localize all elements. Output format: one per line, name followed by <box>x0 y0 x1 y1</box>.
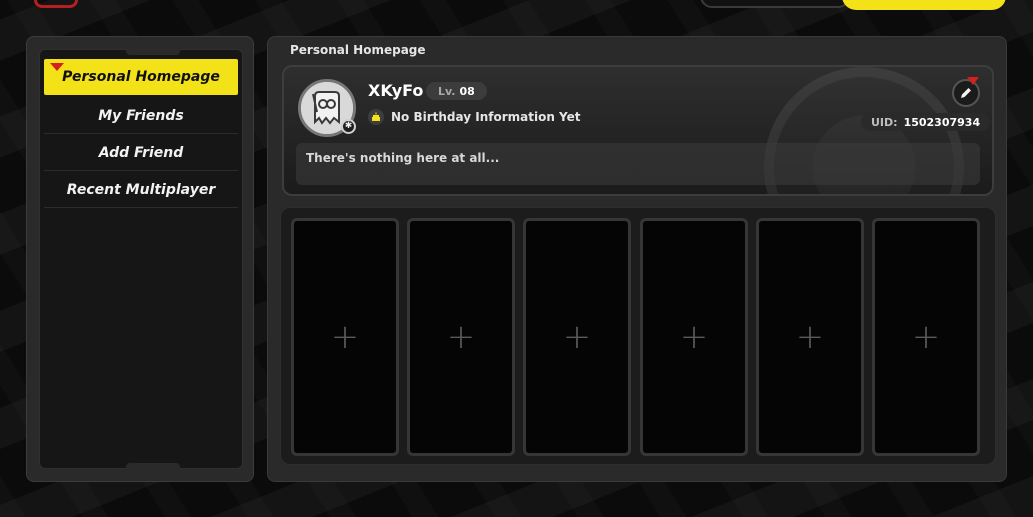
showcase-slots: + + + + + + <box>280 207 996 465</box>
sidebar-menu: Personal Homepage My Friends Add Friend … <box>39 49 243 469</box>
showcase-slot[interactable]: + <box>756 218 864 456</box>
uid-label: UID: <box>871 115 898 129</box>
plus-icon: + <box>795 317 825 357</box>
sidebar-item-recent-multiplayer[interactable]: Recent Multiplayer <box>44 172 238 208</box>
showcase-slot[interactable]: + <box>291 218 399 456</box>
cake-icon <box>368 109 384 125</box>
sidebar-item-add-friend[interactable]: Add Friend <box>44 135 238 171</box>
plus-icon: + <box>330 317 360 357</box>
uid-value: 1502307934 <box>903 115 981 129</box>
plus-icon: + <box>446 317 476 357</box>
pencil-icon <box>961 88 971 98</box>
sidebar-panel: Personal Homepage My Friends Add Friend … <box>26 36 254 482</box>
top-left-button-edge[interactable] <box>34 0 78 8</box>
top-bar-field[interactable] <box>700 0 850 8</box>
plus-icon: + <box>562 317 592 357</box>
main-panel: Personal Homepage ✱ XKyFo Lv. 08 No Birt… <box>267 36 1007 482</box>
plus-icon: + <box>679 317 709 357</box>
showcase-slot[interactable]: + <box>640 218 748 456</box>
username: XKyFo <box>368 81 424 100</box>
showcase-slot[interactable]: + <box>523 218 631 456</box>
level-badge: Lv. 08 <box>426 82 487 100</box>
gear-icon: ✱ <box>341 119 356 134</box>
level-value: 08 <box>459 84 475 98</box>
notification-marker-icon <box>967 77 979 85</box>
birthday-info: No Birthday Information Yet <box>391 110 581 124</box>
sidebar-notch-bottom <box>126 463 180 469</box>
uid-badge: UID: 1502307934 <box>861 113 991 131</box>
page-title: Personal Homepage <box>290 43 426 57</box>
sidebar-notch-top <box>126 49 180 55</box>
signature-text: There's nothing here at all... <box>306 151 500 165</box>
active-marker-icon <box>50 63 64 71</box>
level-prefix: Lv. <box>438 84 456 98</box>
sidebar-item-label: Add Friend <box>98 144 184 161</box>
sidebar-item-label: My Friends <box>98 107 184 124</box>
sidebar-item-personal-homepage[interactable]: Personal Homepage <box>44 59 238 95</box>
sidebar-item-label: Recent Multiplayer <box>66 181 216 198</box>
sidebar-item-my-friends[interactable]: My Friends <box>44 98 238 134</box>
profile-card: ✱ XKyFo Lv. 08 No Birthday Information Y… <box>282 65 994 196</box>
showcase-slot[interactable]: + <box>407 218 515 456</box>
sidebar-item-label: Personal Homepage <box>62 69 220 85</box>
signature-box[interactable]: There's nothing here at all... <box>296 143 980 185</box>
showcase-slot[interactable]: + <box>872 218 980 456</box>
plus-icon: + <box>911 317 941 357</box>
top-right-yellow-button[interactable] <box>842 0 1006 10</box>
